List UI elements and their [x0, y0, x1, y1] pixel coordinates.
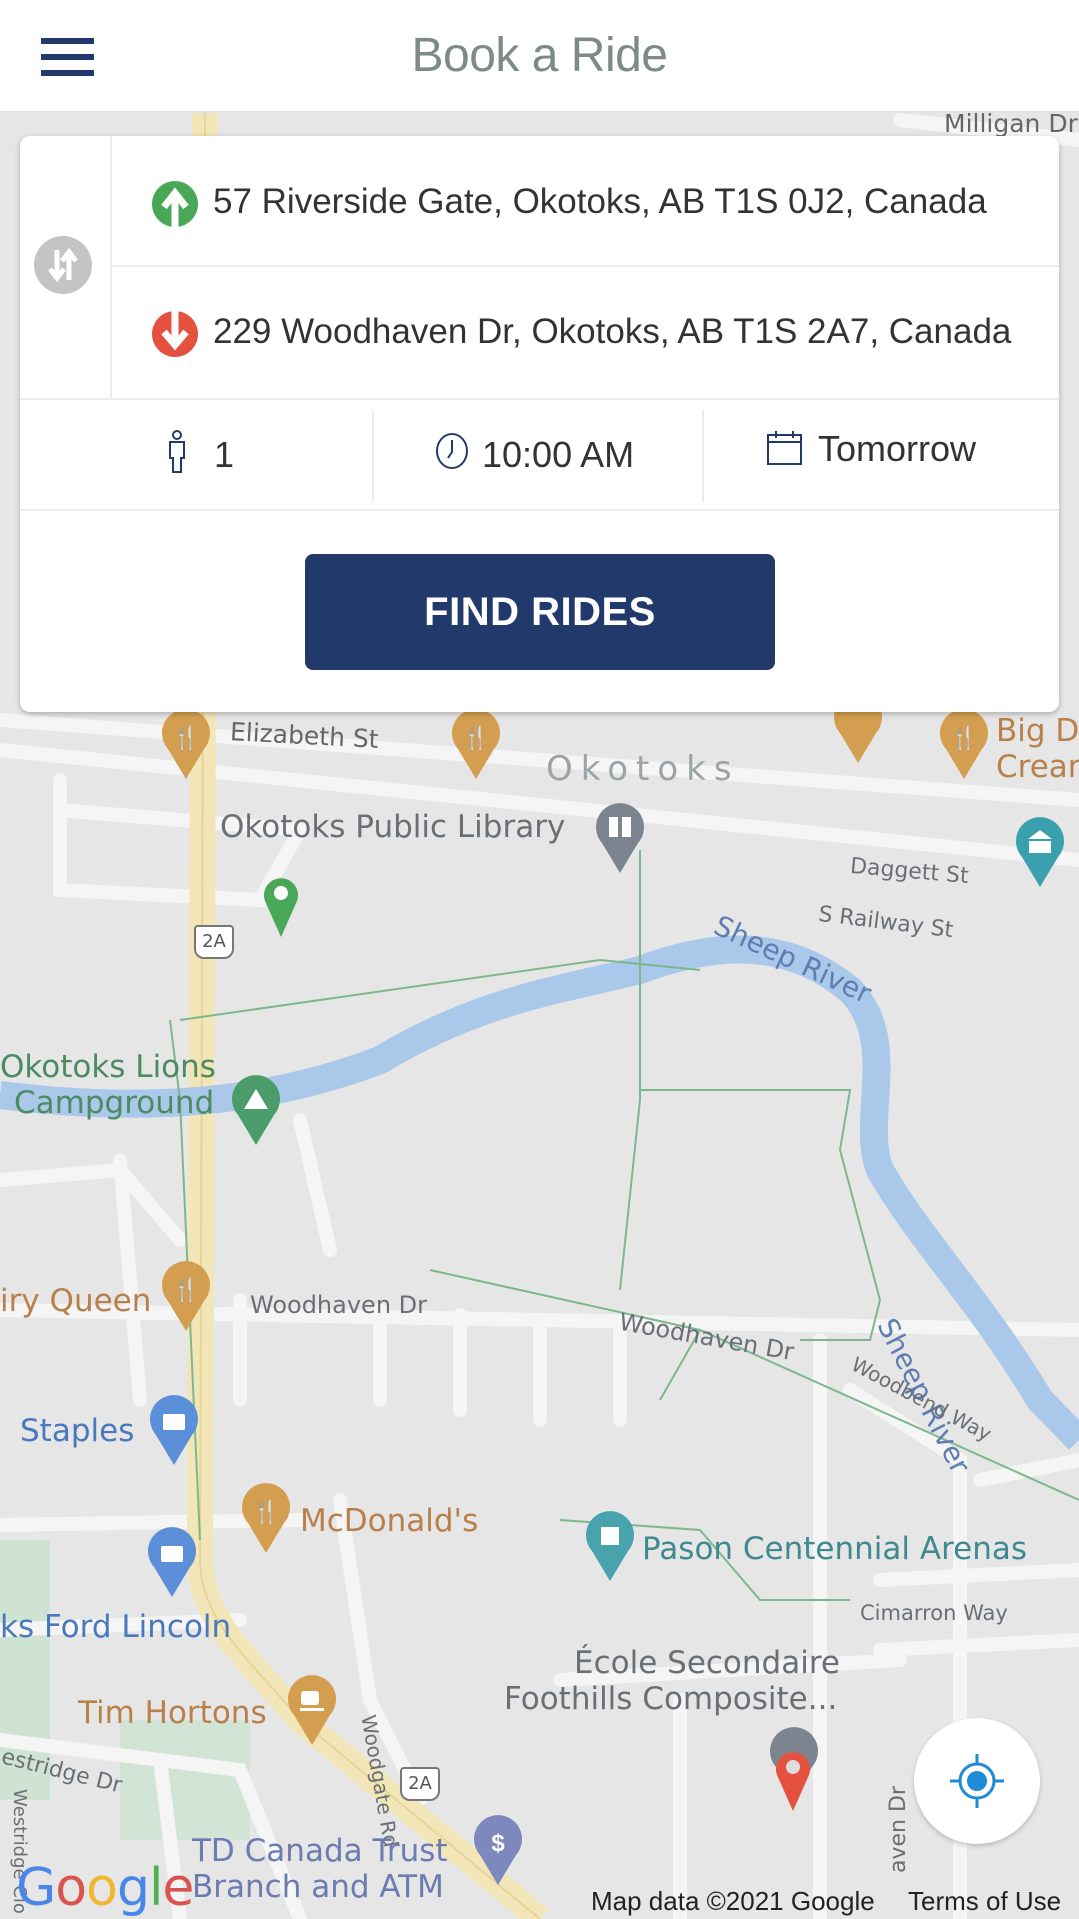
pickup-arrow-up-icon: [152, 181, 198, 227]
map-attribution: Map data ©2021 Google: [591, 1886, 875, 1916]
city-label: Okotoks: [546, 749, 740, 789]
poi-label: Tim Hortons: [78, 1695, 267, 1731]
restaurant-pin-icon[interactable]: 🍴: [938, 709, 990, 781]
poi-label: Staples: [20, 1413, 135, 1449]
street-label: aven Dr: [886, 1786, 911, 1873]
poi-label: Okotoks Public Library: [220, 809, 566, 845]
calendar-icon: [767, 431, 802, 465]
my-location-button[interactable]: [914, 1718, 1040, 1844]
poi-label: ks Ford Lincoln: [0, 1609, 232, 1645]
restaurant-pin-icon[interactable]: 🍴: [160, 1261, 212, 1333]
cafe-pin-icon[interactable]: [286, 1675, 338, 1747]
restaurant-pin-icon[interactable]: 🍴: [450, 709, 502, 781]
seats-selector[interactable]: 1: [20, 400, 372, 511]
date-selector[interactable]: Tomorrow: [702, 410, 1059, 502]
arena-pin-icon[interactable]: [584, 1511, 636, 1583]
swap-column: [20, 136, 112, 398]
seats-value: 1: [214, 434, 235, 475]
booking-card: 57 Riverside Gate, Okotoks, AB T1S 0J2, …: [20, 136, 1059, 712]
restaurant-pin-icon[interactable]: 🍴: [160, 709, 212, 781]
poi-label: Crean: [996, 749, 1079, 785]
shopping-pin-icon[interactable]: [146, 1527, 198, 1599]
time-selector[interactable]: 10:00 AM: [372, 410, 702, 502]
poi-label: McDonald's: [300, 1503, 479, 1539]
library-pin-icon[interactable]: [594, 803, 646, 875]
terms-of-use-link[interactable]: Terms of Use: [908, 1886, 1061, 1917]
poi-label: Campground: [14, 1085, 215, 1121]
bank-pin-icon[interactable]: $: [472, 1815, 524, 1887]
dropoff-address-text: 229 Woodhaven Dr, Okotoks, AB T1S 2A7, C…: [213, 312, 1012, 351]
svg-text:🍴: 🍴: [172, 1277, 199, 1303]
pickup-address-field[interactable]: 57 Riverside Gate, Okotoks, AB T1S 0J2, …: [112, 136, 1059, 267]
restaurant-pin-icon[interactable]: 🍴: [240, 1483, 292, 1555]
swap-arrows-icon[interactable]: [34, 236, 92, 294]
poi-label: TD Canada Trust: [192, 1833, 448, 1869]
clock-icon: [436, 433, 468, 469]
street-label: Woodhaven Dr: [250, 1291, 427, 1319]
museum-pin-icon[interactable]: [1014, 817, 1066, 889]
my-location-crosshair-icon: [950, 1754, 1004, 1808]
poi-label: Foothills Composite...: [504, 1681, 838, 1717]
pickup-address-text: 57 Riverside Gate, Okotoks, AB T1S 0J2, …: [213, 182, 987, 221]
trails: [169, 850, 1079, 1601]
svg-text:$: $: [491, 1830, 505, 1857]
poi-label: Branch and ATM: [192, 1869, 444, 1905]
ride-options-bar: 1 10:00 AM Tomorrow: [20, 398, 1059, 511]
poi-label: Okotoks Lions: [0, 1049, 216, 1085]
date-value: Tomorrow: [818, 428, 977, 469]
svg-text:🍴: 🍴: [172, 725, 199, 751]
app-header: Book a Ride: [0, 0, 1079, 113]
poi-label: École Secondaire: [574, 1645, 840, 1681]
person-icon: [169, 430, 185, 473]
svg-text:🍴: 🍴: [462, 725, 489, 751]
svg-text:🍴: 🍴: [252, 1499, 279, 1525]
highway-shield: 2A: [400, 1767, 440, 1801]
google-logo: Google: [16, 1858, 194, 1918]
street-label: Milligan Dr: [944, 113, 1078, 138]
page-title: Book a Ride: [411, 29, 669, 82]
campground-pin-icon[interactable]: [230, 1075, 282, 1147]
street-label: Cimarron Way: [860, 1601, 1008, 1625]
dropoff-location-pin-icon[interactable]: [774, 1749, 812, 1813]
poi-label: iry Queen: [0, 1283, 152, 1319]
poi-label: Big D: [996, 713, 1079, 749]
park-area: [120, 1720, 250, 1840]
svg-text:🍴: 🍴: [950, 725, 977, 751]
dropoff-address-field[interactable]: 229 Woodhaven Dr, Okotoks, AB T1S 2A7, C…: [112, 267, 1059, 398]
shopping-pin-icon[interactable]: [148, 1395, 200, 1467]
pickup-location-pin-icon[interactable]: [262, 875, 300, 939]
find-rides-button[interactable]: FIND RIDES: [305, 554, 775, 670]
time-value: 10:00 AM: [482, 434, 635, 475]
highway-shield: 2A: [194, 925, 234, 959]
poi-label: Pason Centennial Arenas: [642, 1531, 1028, 1567]
dropoff-arrow-down-icon: [152, 311, 198, 357]
